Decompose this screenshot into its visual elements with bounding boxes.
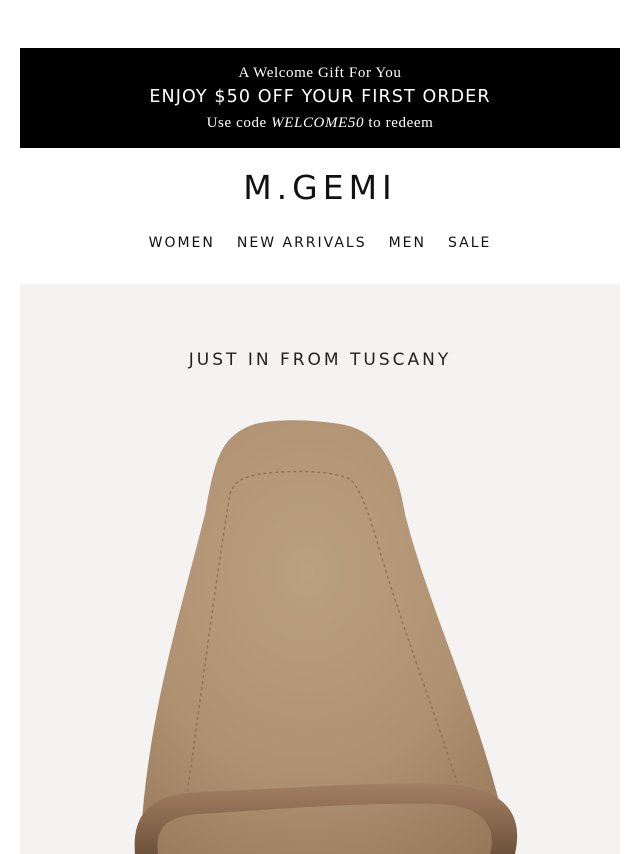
promo-gift-line: A Welcome Gift For You — [238, 65, 402, 81]
suede-loafer-image — [134, 420, 518, 854]
nav-item-men[interactable]: MEN — [389, 235, 426, 251]
nav-item-new-arrivals[interactable]: NEW ARRIVALS — [237, 235, 367, 251]
brand-logo[interactable]: M.GEMI — [0, 168, 640, 207]
promo-banner[interactable]: A Welcome Gift For You ENJOY $50 OFF YOU… — [20, 48, 620, 148]
hero-section[interactable]: JUST IN FROM TUSCANY — [20, 284, 620, 854]
promo-code: WELCOME50 — [271, 115, 365, 131]
promo-code-prefix: Use code — [206, 115, 272, 131]
promo-code-suffix: to redeem — [364, 115, 434, 131]
nav-item-women[interactable]: WOMEN — [149, 235, 215, 251]
main-nav: WOMEN NEW ARRIVALS MEN SALE — [0, 235, 640, 251]
nav-item-sale[interactable]: SALE — [448, 235, 491, 251]
promo-offer-line: ENJOY $50 OFF YOUR FIRST ORDER — [149, 87, 491, 107]
promo-code-line: Use code WELCOME50 to redeem — [20, 115, 620, 132]
